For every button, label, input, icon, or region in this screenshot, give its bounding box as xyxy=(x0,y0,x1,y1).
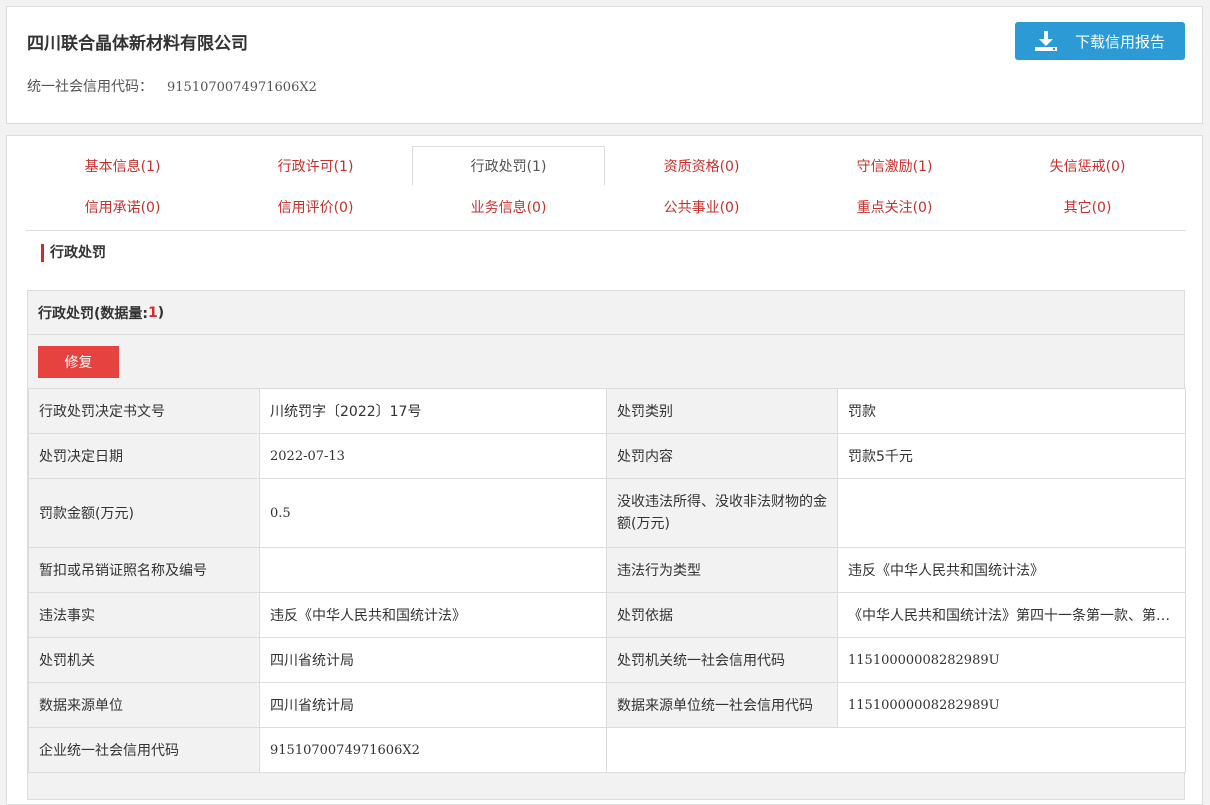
field-label: 处罚内容 xyxy=(606,433,838,479)
download-report-button[interactable]: 下载信用报告 xyxy=(1015,22,1185,60)
field-value: 《中华人民共和国统计法》第四十一条第一款、第四十二条 xyxy=(837,592,1186,638)
tab-qualification[interactable]: 资质资格(0) xyxy=(605,146,798,186)
table-row: 行政处罚决定书文号 川统罚字〔2022〕17号 处罚类别 罚款 xyxy=(28,388,1186,434)
field-value: 川统罚字〔2022〕17号 xyxy=(259,388,607,434)
table-row: 违法事实 违反《中华人民共和国统计法》 处罚依据 《中华人民共和国统计法》第四十… xyxy=(28,592,1186,638)
tab-key-attention[interactable]: 重点关注(0) xyxy=(798,187,991,227)
tab-dishonesty-punishment[interactable]: 失信惩戒(0) xyxy=(991,146,1184,186)
field-value xyxy=(837,478,1186,548)
field-label: 违法事实 xyxy=(28,592,260,638)
tab-other[interactable]: 其它(0) xyxy=(991,187,1184,227)
table-row: 数据来源单位 四川省统计局 数据来源单位统一社会信用代码 11510000008… xyxy=(28,682,1186,728)
field-label: 处罚依据 xyxy=(606,592,838,638)
field-label: 暂扣或吊销证照名称及编号 xyxy=(28,547,260,593)
field-value xyxy=(259,547,607,593)
record-box-title-suffix: ) xyxy=(157,304,165,321)
table-row: 暂扣或吊销证照名称及编号 违法行为类型 违反《中华人民共和国统计法》 xyxy=(28,547,1186,593)
field-label: 没收违法所得、没收非法财物的金额(万元) xyxy=(606,478,838,548)
record-box-title: 行政处罚(数据量: 1) xyxy=(28,291,1184,335)
tab-bar: 基本信息(1) 行政许可(1) 行政处罚(1) 资质资格(0) 守信激励(1) … xyxy=(26,146,1186,231)
field-label: 行政处罚决定书文号 xyxy=(28,388,260,434)
field-value: 11510000008282989U xyxy=(837,637,1186,683)
field-label: 处罚决定日期 xyxy=(28,433,260,479)
tab-public-utilities[interactable]: 公共事业(0) xyxy=(605,187,798,227)
empty-cell xyxy=(606,727,1186,773)
table-row: 处罚机关 四川省统计局 处罚机关统一社会信用代码 115100000082829… xyxy=(28,637,1186,683)
penalty-record-box: 行政处罚(数据量: 1) 修复 行政处罚决定书文号 川统罚字〔2022〕17号 … xyxy=(27,290,1186,800)
tab-admin-license[interactable]: 行政许可(1) xyxy=(219,146,412,186)
field-value: 违反《中华人民共和国统计法》 xyxy=(837,547,1186,593)
field-value: 0.5 xyxy=(259,478,607,548)
field-value: 四川省统计局 xyxy=(259,682,607,728)
record-box-title-prefix: 行政处罚(数据量: xyxy=(38,305,148,322)
tab-credit-incentive[interactable]: 守信激励(1) xyxy=(798,146,991,186)
field-label: 数据来源单位统一社会信用代码 xyxy=(606,682,838,728)
field-label: 企业统一社会信用代码 xyxy=(28,727,260,773)
table-row: 处罚决定日期 2022-07-13 处罚内容 罚款5千元 xyxy=(28,433,1186,479)
tab-credit-evaluation[interactable]: 信用评价(0) xyxy=(219,187,412,227)
field-label: 处罚机关 xyxy=(28,637,260,683)
field-value: 11510000008282989U xyxy=(837,682,1186,728)
download-icon xyxy=(1035,31,1057,51)
penalty-details-table: 行政处罚决定书文号 川统罚字〔2022〕17号 处罚类别 罚款 处罚决定日期 2… xyxy=(28,388,1186,773)
field-value: 2022-07-13 xyxy=(259,433,607,479)
field-value: 罚款 xyxy=(837,388,1186,434)
field-label: 处罚类别 xyxy=(606,388,838,434)
field-value: 违反《中华人民共和国统计法》 xyxy=(259,592,607,638)
tab-admin-penalty[interactable]: 行政处罚(1) xyxy=(412,146,605,186)
credit-code-row: 统一社会信用代码： 9151070074971606X2 xyxy=(27,76,317,96)
field-value: 四川省统计局 xyxy=(259,637,607,683)
field-label: 数据来源单位 xyxy=(28,682,260,728)
main-panel: 基本信息(1) 行政许可(1) 行政处罚(1) 资质资格(0) 守信激励(1) … xyxy=(6,135,1203,805)
field-value: 9151070074971606X2 xyxy=(259,727,607,773)
field-label: 罚款金额(万元) xyxy=(28,478,260,548)
record-count: 1 xyxy=(148,304,158,321)
field-value: 罚款5千元 xyxy=(837,433,1186,479)
tab-credit-commitment[interactable]: 信用承诺(0) xyxy=(26,187,219,227)
field-label: 处罚机关统一社会信用代码 xyxy=(606,637,838,683)
repair-button[interactable]: 修复 xyxy=(38,346,119,378)
credit-code-label: 统一社会信用代码： xyxy=(27,79,153,95)
company-name: 四川联合晶体新材料有限公司 xyxy=(27,34,248,54)
download-report-label: 下载信用报告 xyxy=(1075,32,1166,51)
table-row: 罚款金额(万元) 0.5 没收违法所得、没收非法财物的金额(万元) xyxy=(28,478,1186,548)
tab-business-info[interactable]: 业务信息(0) xyxy=(412,187,605,227)
credit-code-value: 9151070074971606X2 xyxy=(167,80,317,95)
section-title: 行政处罚 xyxy=(41,244,106,262)
table-row: 企业统一社会信用代码 9151070074971606X2 xyxy=(28,727,1186,773)
field-label: 违法行为类型 xyxy=(606,547,838,593)
tab-basic-info[interactable]: 基本信息(1) xyxy=(26,146,219,186)
company-header-panel: 四川联合晶体新材料有限公司 统一社会信用代码： 9151070074971606X… xyxy=(6,6,1203,124)
